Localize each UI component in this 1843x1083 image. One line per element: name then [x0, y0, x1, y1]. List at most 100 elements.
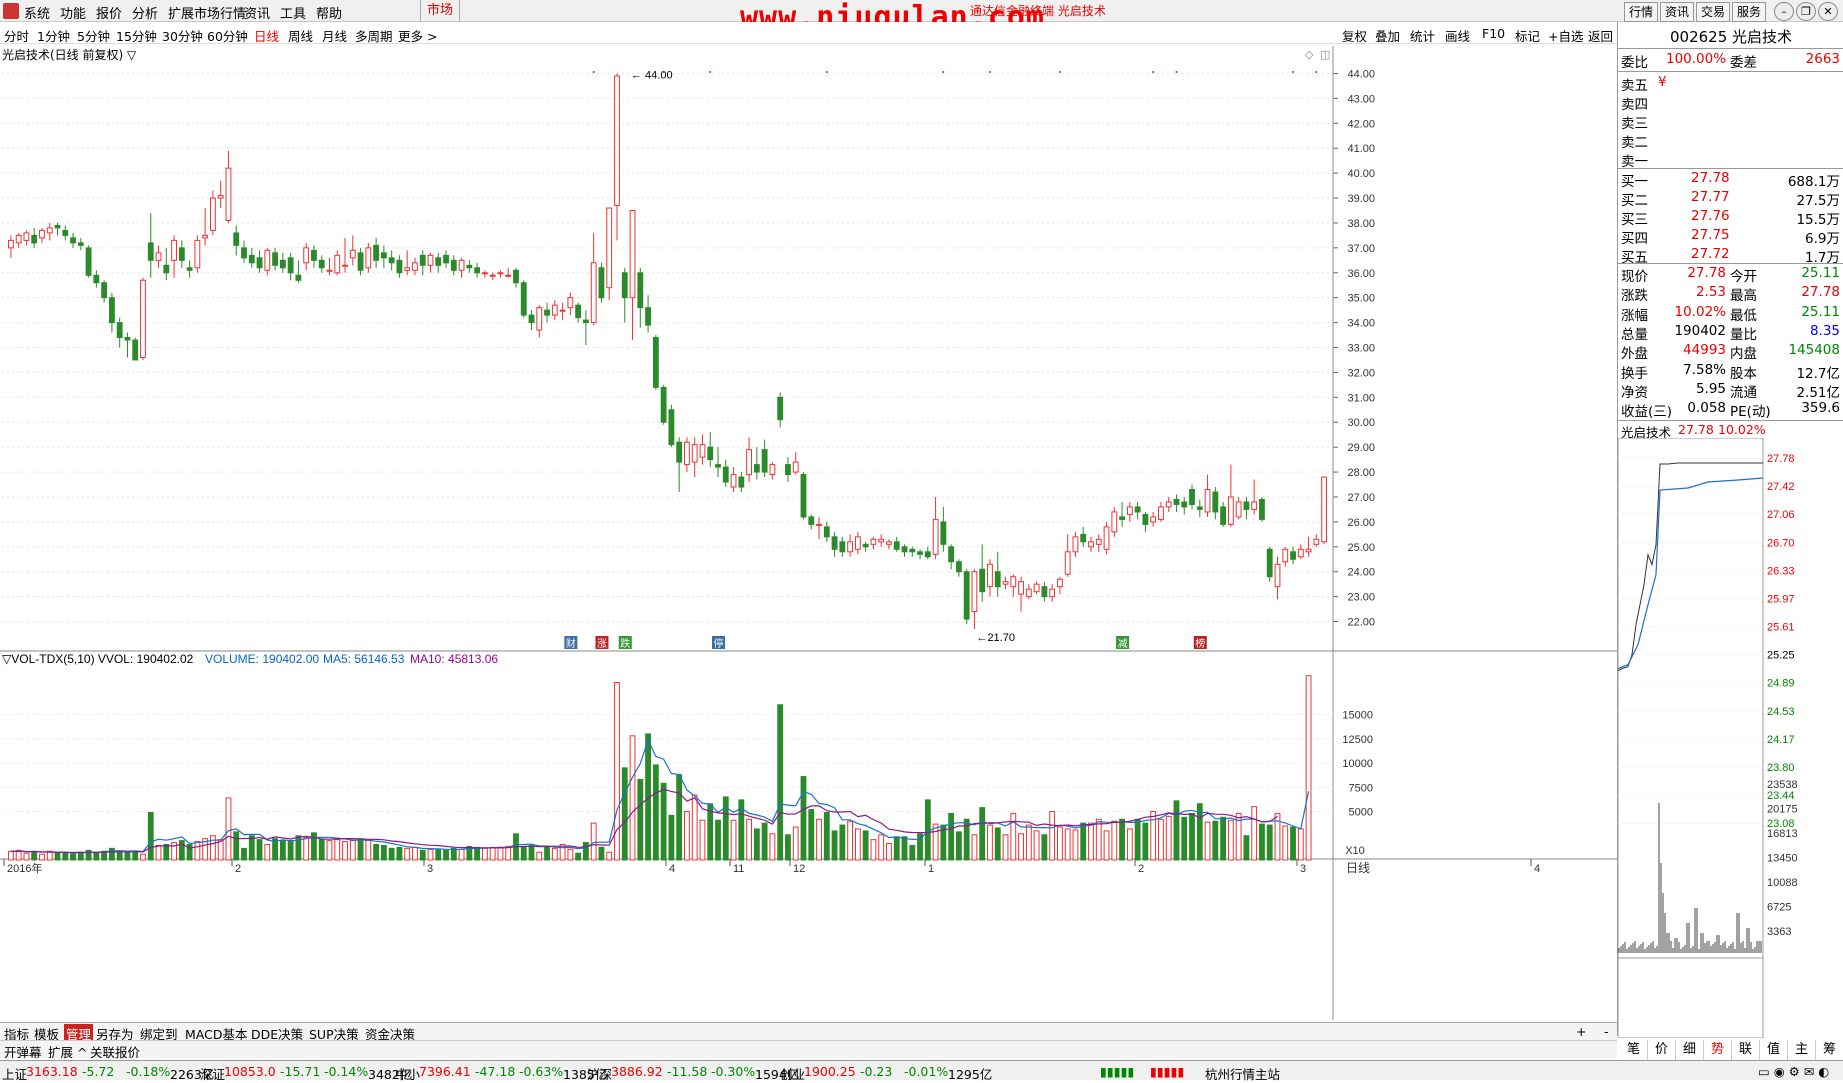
toolbar-stats[interactable]: 统计	[1410, 26, 1435, 45]
candle	[194, 235, 201, 273]
restore-icon[interactable]: ❐	[1796, 2, 1816, 21]
menu-tools[interactable]: 工具	[280, 3, 306, 22]
candle-body	[1235, 501, 1242, 518]
stat-label: 换手	[1621, 365, 1648, 382]
stat-row: 现价 27.78 今开 25.11	[1618, 265, 1843, 285]
volume-bar	[1025, 824, 1032, 861]
sell-level-3: 卖三	[1618, 112, 1843, 132]
volume-bar	[1126, 828, 1133, 861]
candle-body	[108, 297, 115, 324]
zoom-out-icon[interactable]: -	[1604, 1024, 1609, 1039]
volume-bar	[1282, 825, 1289, 861]
candle	[186, 260, 193, 278]
volume-bar	[31, 850, 38, 861]
menu-function[interactable]: 功能	[60, 3, 86, 22]
mini-volume-tick: 6725	[1767, 902, 1791, 914]
candle-body	[342, 264, 348, 267]
top-button-quote[interactable]: 行情	[1624, 2, 1658, 22]
volume-bar	[497, 846, 504, 861]
vol-ma5-value: MA5: 56146.53	[323, 652, 405, 666]
minimize-icon[interactable]: –	[1774, 2, 1794, 21]
toolbar-add-watchlist[interactable]: +自选	[1548, 26, 1583, 45]
stat-value: 27.78	[1687, 265, 1726, 281]
top-button-trade[interactable]: 交易	[1696, 2, 1730, 22]
mini-volume-tick: 3363	[1767, 926, 1791, 938]
kline-chart-area[interactable]: 44.00 43.00 42.00 41.00 40.00 39.00 38.00 37.00…	[0, 46, 1617, 1022]
period-daily[interactable]: 日线	[254, 26, 279, 45]
menu-info[interactable]: 资讯	[244, 3, 270, 22]
right-tab-value[interactable]: 值	[1760, 1040, 1788, 1060]
candle-body	[412, 262, 418, 271]
volume-bar	[396, 846, 403, 861]
close-icon[interactable]: ✕	[1818, 2, 1838, 21]
period-multi[interactable]: 多周期	[355, 26, 393, 45]
right-tab-price[interactable]: 价	[1648, 1040, 1676, 1060]
volume-bar	[1158, 818, 1164, 861]
right-tab-linked[interactable]: 联	[1732, 1040, 1760, 1060]
volume-bar	[412, 846, 418, 861]
candle-body	[1282, 548, 1289, 563]
top-button-service[interactable]: 服务	[1732, 2, 1766, 22]
right-tab-trend[interactable]: 势	[1704, 1040, 1732, 1060]
candle-body	[210, 197, 216, 231]
right-tab-detail[interactable]: 细	[1676, 1040, 1704, 1060]
candle	[101, 280, 108, 303]
tab-extend[interactable]: 扩展 ^	[48, 1042, 87, 1061]
toolbar-overlay[interactable]: 叠加	[1375, 26, 1400, 45]
period-weekly[interactable]: 周线	[288, 26, 313, 45]
window-icon[interactable]: ◫	[1320, 48, 1330, 61]
candle	[1235, 496, 1242, 520]
candle-body	[1150, 516, 1157, 523]
candle	[23, 230, 30, 246]
tab-related-quote[interactable]: 关联报价	[90, 1042, 140, 1061]
top-button-info[interactable]: 资讯	[1660, 2, 1694, 22]
menu-help[interactable]: 帮助	[316, 3, 342, 22]
sell-level-5: 卖五 ¥	[1618, 74, 1843, 94]
right-tab-chips[interactable]: 筹	[1816, 1040, 1843, 1060]
volume-bar	[474, 846, 481, 861]
toolbar-mark[interactable]: 标记	[1515, 26, 1540, 45]
period-5min[interactable]: 5分钟	[77, 26, 110, 45]
volume-bar	[699, 819, 706, 861]
period-more[interactable]: 更多 >	[398, 26, 437, 45]
candle-body	[1204, 489, 1211, 513]
menu-analysis[interactable]: 分析	[132, 3, 158, 22]
market-button[interactable]: 市场	[420, 0, 460, 22]
candle	[295, 260, 302, 283]
volume-bar	[932, 823, 939, 861]
candle	[1018, 576, 1024, 612]
volume-bar	[54, 851, 61, 861]
mini-price-tick: 27.42	[1767, 481, 1795, 493]
toolbar-f10[interactable]: F10	[1482, 26, 1505, 41]
intraday-mini-chart[interactable]: 27.78 27.42 27.06 26.70 26.33 25.97 25.61 25.25…	[1618, 438, 1843, 1038]
candle	[940, 506, 947, 552]
candle	[645, 295, 651, 333]
period-15min[interactable]: 15分钟	[116, 26, 157, 45]
period-intraday[interactable]: 分时	[4, 26, 29, 45]
period-30min[interactable]: 30分钟	[162, 26, 203, 45]
diamond-icon[interactable]: ◇	[1305, 48, 1314, 61]
toolbar-fuquan[interactable]: 复权	[1342, 26, 1367, 45]
zoom-in-icon[interactable]: +	[1576, 1024, 1586, 1039]
right-tab-main[interactable]: 主	[1788, 1040, 1816, 1060]
volume-unit-label: X10	[1345, 845, 1365, 857]
menu-quote[interactable]: 报价	[96, 3, 122, 22]
period-1min[interactable]: 1分钟	[37, 26, 70, 45]
tab-danmaku[interactable]: 开弹幕	[4, 1042, 42, 1061]
period-monthly[interactable]: 月线	[322, 26, 347, 45]
candle-body	[163, 264, 170, 274]
toolbar-draw[interactable]: 画线	[1445, 26, 1470, 45]
volume-bar	[987, 824, 993, 861]
menu-extended-market[interactable]: 扩展市场行情	[168, 3, 246, 22]
menu-system[interactable]: 系统	[24, 3, 50, 22]
candle	[715, 447, 721, 478]
candle-body	[1305, 548, 1312, 553]
toolbar-back[interactable]: 返回	[1588, 26, 1613, 45]
period-60min[interactable]: 60分钟	[207, 26, 248, 45]
candle	[1227, 464, 1234, 527]
index-name: 深证	[200, 1067, 226, 1082]
candle	[862, 541, 869, 552]
right-tab-trades[interactable]: 笔	[1620, 1040, 1648, 1060]
mini-price-tick: 23.44	[1767, 790, 1795, 802]
volume-bar	[326, 840, 333, 861]
